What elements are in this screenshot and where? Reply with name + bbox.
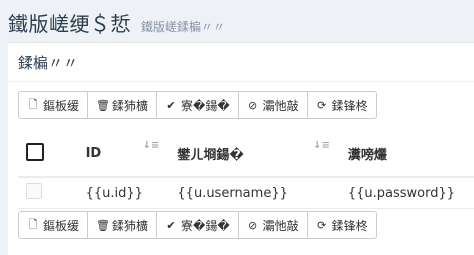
refresh-button[interactable]: ⟳ 鍒锋柊 xyxy=(306,211,377,239)
file-icon: 🗋 xyxy=(28,217,38,231)
column-header-password-label: 瀵嗙爜 xyxy=(347,148,387,163)
trash-icon: 🗑 xyxy=(96,98,110,112)
page-subtitle: 鐵版嵯鍒楄〃〃 xyxy=(141,20,226,34)
disable-button-label: 灞忚敲 xyxy=(262,218,299,233)
refresh-button[interactable]: ⟳ 鍒锋柊 xyxy=(306,91,377,119)
add-button-label: 鏂板缓 xyxy=(43,98,80,113)
toolbar-top: 🗋 鏂板缓 🗑 鍒犻櫎 ✔ 寮�鍚� ⊘ 灞忚敲 ⟳ 鍒锋柊 xyxy=(18,91,377,119)
ban-icon: ⊘ xyxy=(248,98,258,112)
table-row[interactable]: {{u.id}} {{u.username}} {{u.password}} xyxy=(18,177,474,209)
confirm-button[interactable]: ✔ 寮�鍚� xyxy=(156,211,239,239)
table-header-row: ID ↓≡ 鐢ㄦ埛鍚� ↓≡ 瀵嗙爜 xyxy=(18,131,474,178)
delete-button[interactable]: 🗑 鍒犻櫎 xyxy=(87,211,158,239)
row-select-cell xyxy=(18,177,78,209)
disable-button[interactable]: ⊘ 灞忚敲 xyxy=(237,91,308,119)
row-checkbox[interactable] xyxy=(26,183,42,199)
sort-icon[interactable]: ↓≡ xyxy=(143,141,160,151)
refresh-icon: ⟳ xyxy=(317,218,327,232)
cell-username: {{u.username}} xyxy=(169,177,340,209)
confirm-button-label: 寮�鍚� xyxy=(181,98,230,113)
column-header-id-label: ID xyxy=(85,146,102,161)
delete-button-label: 鍒犻櫎 xyxy=(112,98,149,113)
select-all-cell xyxy=(18,131,78,178)
cell-password: {{u.password}} xyxy=(339,177,474,209)
delete-button-label: 鍒犻櫎 xyxy=(112,218,149,233)
column-header-username[interactable]: 鐢ㄦ埛鍚� ↓≡ xyxy=(169,131,340,178)
toolbar-bottom: 🗋 鏂板缓 🗑 鍒犻櫎 ✔ 寮�鍚� ⊘ 灞忚敲 ⟳ 鍒锋柊 xyxy=(18,211,377,239)
column-header-username-label: 鐢ㄦ埛鍚� xyxy=(177,148,244,163)
check-icon: ✔ xyxy=(166,218,176,232)
confirm-button-label: 寮�鍚� xyxy=(181,218,230,233)
refresh-button-label: 鍒锋柊 xyxy=(331,98,368,113)
refresh-icon: ⟳ xyxy=(317,98,327,112)
disable-button-label: 灞忚敲 xyxy=(262,98,299,113)
confirm-button[interactable]: ✔ 寮�鍚� xyxy=(156,91,239,119)
page-title: 鐵版嵯绠＄悊 xyxy=(8,12,131,36)
delete-button[interactable]: 🗑 鍒犻櫎 xyxy=(87,91,158,119)
add-button-label: 鏂板缓 xyxy=(43,218,80,233)
portlet: 鍒楄〃〃 🗋 鏂板缓 🗑 鍒犻櫎 ✔ 寮�鍚� ⊘ 灞忚敲 ⟳ 鍒锋柊 ID ↓≡ 鐢ㄦ埛鍚… xyxy=(8,42,474,255)
column-header-password: 瀵嗙爜 xyxy=(339,131,474,178)
sort-icon[interactable]: ↓≡ xyxy=(313,141,330,151)
select-all-checkbox[interactable] xyxy=(26,142,44,161)
page-header: 鐵版嵯绠＄悊 鐵版嵯鍒楄〃〃 xyxy=(8,8,474,38)
add-button[interactable]: 🗋 鏂板缓 xyxy=(18,91,89,119)
trash-icon: 🗑 xyxy=(96,218,110,232)
data-table: ID ↓≡ 鐢ㄦ埛鍚� ↓≡ 瀵嗙爜 {{u.id}} {{u.username}}… xyxy=(18,131,474,209)
check-icon: ✔ xyxy=(166,98,176,112)
column-header-id[interactable]: ID ↓≡ xyxy=(77,131,170,178)
disable-button[interactable]: ⊘ 灞忚敲 xyxy=(237,211,308,239)
portlet-title: 鍒楄〃〃 xyxy=(8,43,474,82)
refresh-button-label: 鍒锋柊 xyxy=(331,218,368,233)
add-button[interactable]: 🗋 鏂板缓 xyxy=(18,211,89,239)
ban-icon: ⊘ xyxy=(248,218,258,232)
file-icon: 🗋 xyxy=(28,97,38,111)
cell-id: {{u.id}} xyxy=(77,177,170,209)
